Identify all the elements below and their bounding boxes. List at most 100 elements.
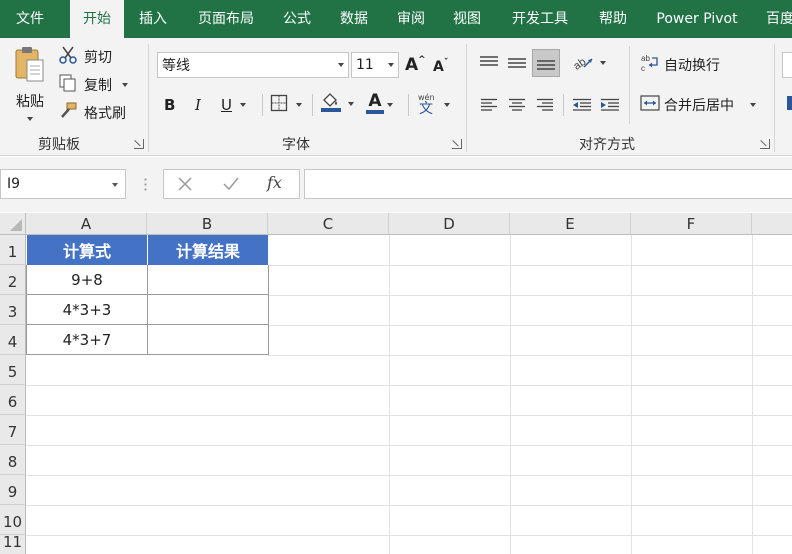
bold-button[interactable]: B: [164, 94, 175, 116]
name-box[interactable]: I9: [0, 169, 126, 199]
top-align-button[interactable]: [479, 52, 501, 74]
tab-developer[interactable]: 开发工具: [500, 0, 580, 38]
paste-button[interactable]: 粘贴: [10, 46, 50, 121]
tab-power-pivot[interactable]: Power Pivot: [646, 0, 748, 38]
copy-button[interactable]: 复制: [58, 74, 128, 96]
font-name-select[interactable]: 等线: [157, 52, 349, 78]
row-header-2[interactable]: 2: [0, 265, 26, 295]
select-all-corner[interactable]: [0, 213, 26, 235]
align-center-icon: [509, 98, 525, 111]
align-center-button[interactable]: [508, 94, 530, 116]
gridline: [631, 235, 632, 554]
align-left-button[interactable]: [480, 94, 502, 116]
wrap-text-button[interactable]: ab c 自动换行: [640, 54, 720, 76]
cell-b1[interactable]: 计算结果: [148, 235, 268, 265]
merge-center-button[interactable]: 合并后居中: [640, 94, 756, 116]
name-box-value: I9: [7, 176, 21, 192]
cell-a2[interactable]: 9+8: [26, 265, 148, 295]
worksheet-grid[interactable]: A B C D E F 1 2 3 4 5 6 7 8 9 10 11 计算式 …: [0, 213, 792, 554]
font-size-dropdown-icon: [388, 63, 394, 67]
align-right-button[interactable]: [536, 94, 558, 116]
column-header-g[interactable]: [752, 213, 792, 235]
row-header-11[interactable]: 11: [0, 533, 26, 554]
tab-data[interactable]: 数据: [328, 0, 380, 38]
cut-button[interactable]: 剪切: [58, 46, 112, 68]
font-color-dropdown-icon[interactable]: [387, 103, 393, 107]
row-header-1[interactable]: 1: [0, 235, 26, 265]
borders-button[interactable]: [270, 94, 302, 116]
cell-a1[interactable]: 计算式: [27, 235, 148, 265]
phonetic-button[interactable]: wén 文: [416, 92, 450, 118]
wrap-text-label: 自动换行: [664, 58, 720, 74]
number-format-icon[interactable]: [787, 96, 792, 110]
row-header-5[interactable]: 5: [0, 355, 26, 385]
alignment-launcher-icon[interactable]: [760, 139, 770, 149]
formula-input[interactable]: [304, 169, 792, 199]
cell-b4[interactable]: [148, 325, 269, 355]
increase-font-button[interactable]: A ^: [405, 54, 426, 76]
cell-b3[interactable]: [148, 295, 269, 325]
cut-label: 剪切: [84, 50, 112, 66]
clipboard-launcher-icon[interactable]: [134, 139, 144, 149]
italic-button[interactable]: I: [195, 94, 201, 116]
phonetic-glyph: 文: [419, 101, 433, 117]
font-size-value: 11: [356, 57, 374, 73]
underline-button[interactable]: U: [221, 94, 246, 116]
cancel-entry-icon[interactable]: [176, 175, 194, 197]
font-size-select[interactable]: 11: [351, 52, 399, 78]
top-align-icon: [480, 56, 498, 66]
cell-a3[interactable]: 4*3+3: [26, 295, 148, 325]
confirm-entry-icon[interactable]: [221, 175, 241, 197]
decrease-font-icon: A: [433, 59, 444, 75]
row-header-8[interactable]: 8: [0, 445, 26, 475]
formula-tools: fx: [163, 169, 300, 199]
row-header-9[interactable]: 9: [0, 475, 26, 505]
column-header-b[interactable]: B: [147, 213, 268, 235]
tab-baidu[interactable]: 百度: [758, 0, 792, 38]
font-separator: [408, 94, 409, 116]
tab-file[interactable]: 文件: [0, 0, 60, 38]
column-header-e[interactable]: E: [510, 213, 631, 235]
tab-home[interactable]: 开始: [70, 0, 124, 38]
bottom-align-button[interactable]: [532, 49, 560, 77]
middle-align-button[interactable]: [507, 52, 529, 74]
svg-text:ab: ab: [572, 56, 588, 71]
fill-color-button[interactable]: [320, 92, 354, 116]
gridline: [389, 235, 390, 554]
tab-view[interactable]: 视图: [443, 0, 491, 38]
format-painter-button[interactable]: 格式刷: [58, 102, 126, 124]
svg-text:c: c: [641, 64, 645, 73]
tab-page-layout[interactable]: 页面布局: [187, 0, 265, 38]
formula-bar-grip[interactable]: [144, 177, 147, 191]
font-separator: [262, 94, 263, 116]
row-header-10[interactable]: 10: [0, 505, 26, 535]
increase-indent-button[interactable]: [600, 94, 622, 116]
tab-insert[interactable]: 插入: [127, 0, 179, 38]
merge-center-dropdown-icon: [750, 103, 756, 107]
tab-review[interactable]: 审阅: [387, 0, 435, 38]
tab-formulas[interactable]: 公式: [272, 0, 322, 38]
font-launcher-icon[interactable]: [452, 139, 462, 149]
phonetic-icon: wén 文: [416, 93, 438, 117]
row-header-7[interactable]: 7: [0, 415, 26, 445]
font-color-button[interactable]: A: [366, 92, 384, 116]
row-header-4[interactable]: 4: [0, 325, 26, 355]
cell-b2[interactable]: [148, 265, 269, 295]
cell-a4[interactable]: 4*3+7: [26, 325, 148, 355]
underline-dropdown-icon: [239, 103, 246, 107]
insert-function-icon[interactable]: fx: [267, 173, 282, 192]
orientation-dropdown-icon: [600, 61, 606, 65]
number-format-select[interactable]: [782, 52, 792, 78]
align-separator: [629, 46, 630, 124]
column-header-a[interactable]: A: [26, 213, 147, 235]
tab-help[interactable]: 帮助: [588, 0, 638, 38]
column-header-d[interactable]: D: [389, 213, 510, 235]
orientation-button[interactable]: ab: [571, 52, 606, 74]
column-header-f[interactable]: F: [631, 213, 752, 235]
row-header-3[interactable]: 3: [0, 295, 26, 325]
decrease-indent-button[interactable]: [572, 94, 594, 116]
gridline: [26, 445, 792, 446]
row-header-6[interactable]: 6: [0, 385, 26, 415]
column-header-c[interactable]: C: [268, 213, 389, 235]
decrease-font-button[interactable]: Aˇ: [433, 56, 448, 78]
